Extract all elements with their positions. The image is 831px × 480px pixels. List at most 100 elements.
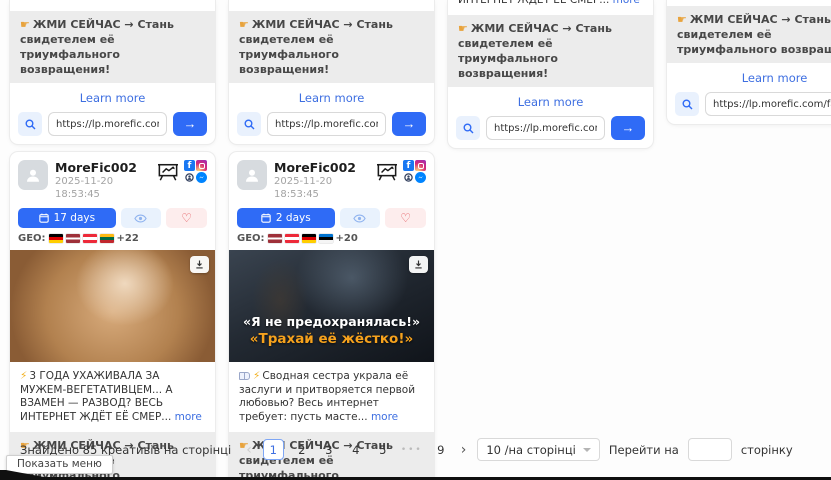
more-link[interactable]: more bbox=[613, 0, 640, 6]
cta-bar: ☛ЖМИ СЕЙЧАС → Стань свидетелем её триумф… bbox=[10, 11, 215, 83]
page-1-button[interactable]: 1 bbox=[263, 439, 284, 460]
facebook-icon: f bbox=[184, 160, 195, 171]
presentation-chart-icon[interactable] bbox=[157, 162, 179, 182]
url-row: → bbox=[229, 112, 434, 136]
card-actions: 2 days ♡ bbox=[229, 201, 434, 228]
page-size-value: 10 /на сторінці bbox=[486, 443, 575, 457]
cta-headline: ЖМИ СЕЙЧАС → Стань свидетелем её триумфа… bbox=[458, 22, 612, 80]
placements-icons: f bbox=[184, 160, 207, 183]
flag-ee-icon bbox=[319, 234, 333, 243]
presentation-chart-icon[interactable] bbox=[376, 162, 398, 182]
favorite-button[interactable]: ♡ bbox=[166, 208, 207, 228]
cta-headline: ЖМИ СЕЙЧАС → Стань свидетелем её триумфа… bbox=[677, 13, 831, 56]
landing-url-input[interactable] bbox=[486, 116, 605, 140]
cta-headline: ЖМИ СЕЙЧАС → Стань свидетелем её триумфа… bbox=[20, 18, 174, 76]
overlay-line-2: «Трахай её жёстко!» bbox=[229, 330, 434, 348]
days-active-button[interactable]: 17 days bbox=[18, 208, 116, 228]
creative-card-partial: ☛ЖМИ СЕЙЧАС → Стань свидетелем её триумф… bbox=[229, 0, 434, 144]
creatives-page: ☛ ЖМИ СЕЙЧАС → Стань свидетелем её триумф… bbox=[0, 0, 831, 480]
geo-more-count[interactable]: +22 bbox=[117, 233, 139, 244]
next-page-button[interactable]: › bbox=[459, 442, 469, 458]
creative-text: ⚡Сводная сестра украла её заслуги и прит… bbox=[229, 362, 434, 428]
instagram-icon bbox=[196, 160, 207, 171]
days-label: 17 days bbox=[54, 212, 95, 224]
pointing-hand-icon: ☛ bbox=[239, 18, 249, 31]
placements-icons: f bbox=[403, 160, 426, 183]
creative-card-partial: ИНТЕРНЕТ ЖДЁТ ЕЁ СМЕР... more ☛ЖМИ СЕЙЧА… bbox=[448, 0, 653, 148]
flag-de-icon bbox=[302, 234, 316, 243]
creative-image[interactable]: «Я не предохранялась!» «Трахай её жёстко… bbox=[229, 250, 434, 362]
facebook-icon: f bbox=[403, 160, 414, 171]
search-icon[interactable] bbox=[237, 112, 261, 136]
profile-row: MoreFic002 2025-11-20 18:53:45 f bbox=[229, 152, 434, 201]
geo-more-count[interactable]: +20 bbox=[336, 233, 358, 244]
favorite-button[interactable]: ♡ bbox=[385, 208, 426, 228]
landing-url-input[interactable] bbox=[48, 112, 167, 136]
landing-url-input[interactable] bbox=[267, 112, 386, 136]
show-menu-tooltip[interactable]: Показать меню bbox=[6, 455, 113, 474]
search-icon[interactable] bbox=[18, 112, 42, 136]
lightning-icon: ⚡ bbox=[253, 370, 260, 382]
creative-text-body: 3 ГОДА УХАЖИВАЛА ЗА МУЖЕМ-ВЕГЕТАТИВЦЕМ..… bbox=[20, 370, 175, 423]
page-4-button[interactable]: 4 bbox=[347, 440, 365, 460]
views-button[interactable] bbox=[340, 208, 381, 228]
image-overlay-text: «Я не предохранялась!» «Трахай её жёстко… bbox=[229, 313, 434, 348]
url-row: → bbox=[10, 112, 215, 136]
clipped-text: ИНТЕРНЕТ ЖДЁТ ЕЁ СМЕР... bbox=[458, 0, 613, 6]
goto-page-input[interactable] bbox=[688, 438, 732, 461]
column-4: ☛ЖМИ СЕЙЧАС → Стань свидетелем её триумф… bbox=[667, 0, 831, 480]
page-2-button[interactable]: 2 bbox=[293, 440, 311, 460]
pages-ellipsis[interactable]: ••• bbox=[401, 445, 423, 455]
learn-more-link[interactable]: Learn more bbox=[229, 83, 434, 112]
creative-text-clipped: ИНТЕРНЕТ ЖДЁТ ЕЁ СМЕР... more bbox=[448, 0, 653, 7]
chevron-down-icon bbox=[583, 448, 591, 452]
creative-card-partial: ☛ЖМИ СЕЙЧАС → Стань свидетелем её триумф… bbox=[10, 0, 215, 144]
card-icons: f bbox=[157, 160, 207, 183]
open-url-button[interactable]: → bbox=[611, 116, 645, 140]
cta-bar: ☛ЖМИ СЕЙЧАС → Стань свидетелем её триумф… bbox=[229, 11, 434, 83]
download-image-icon[interactable] bbox=[190, 256, 209, 273]
open-url-button[interactable]: → bbox=[173, 112, 207, 136]
creative-datetime: 2025-11-20 18:53:45 bbox=[55, 175, 150, 201]
learn-more-link[interactable]: Learn more bbox=[667, 63, 831, 92]
flag-de-icon bbox=[49, 234, 63, 243]
more-link[interactable]: more bbox=[371, 411, 398, 423]
creative-image[interactable] bbox=[10, 250, 215, 362]
flag-at-icon bbox=[83, 234, 97, 243]
cta-bar: ☛ЖМИ СЕЙЧАС → Стань свидетелем её триумф… bbox=[667, 6, 831, 63]
geo-label: GEO: bbox=[18, 233, 46, 244]
avatar bbox=[237, 160, 267, 190]
views-button[interactable] bbox=[121, 208, 162, 228]
lightning-icon: ⚡ bbox=[20, 370, 27, 382]
landing-url-input[interactable] bbox=[705, 92, 831, 116]
prev-page-button[interactable]: ‹ bbox=[244, 442, 254, 458]
column-3: ИНТЕРНЕТ ЖДЁТ ЕЁ СМЕР... more ☛ЖМИ СЕЙЧА… bbox=[448, 0, 653, 480]
page-name: MoreFic002 bbox=[55, 160, 150, 175]
flag-lv-icon bbox=[268, 234, 282, 243]
search-icon[interactable] bbox=[456, 116, 480, 140]
days-active-button[interactable]: 2 days bbox=[237, 208, 335, 228]
learn-more-link[interactable]: Learn more bbox=[448, 87, 653, 116]
days-label: 2 days bbox=[276, 212, 311, 224]
goto-page-label: Перейти на bbox=[609, 443, 679, 457]
learn-more-link[interactable]: Learn more bbox=[10, 83, 215, 112]
search-icon[interactable] bbox=[675, 92, 699, 116]
download-image-icon[interactable] bbox=[409, 256, 428, 273]
geo-label: GEO: bbox=[237, 233, 265, 244]
open-url-button[interactable]: → bbox=[392, 112, 426, 136]
card-icons: f bbox=[376, 160, 426, 183]
page-3-button[interactable]: 3 bbox=[320, 440, 338, 460]
goto-page-suffix: сторінку bbox=[741, 443, 793, 457]
profile-row: MoreFic002 2025-11-20 18:53:45 f bbox=[10, 152, 215, 201]
geo-row: GEO: +22 bbox=[10, 228, 215, 248]
pagination-bar: Знайдено 85 креативів на сторінці ‹ 1 2 … bbox=[20, 438, 793, 461]
profile-info: MoreFic002 2025-11-20 18:53:45 bbox=[55, 160, 150, 201]
creative-text: ⚡3 ГОДА УХАЖИВАЛА ЗА МУЖЕМ-ВЕГЕТАТИВЦЕМ.… bbox=[10, 362, 215, 428]
more-link[interactable]: more bbox=[175, 411, 202, 423]
page-size-select[interactable]: 10 /на сторінці bbox=[477, 438, 599, 461]
card-masonry: ☛ ЖМИ СЕЙЧАС → Стань свидетелем её триумф… bbox=[10, 0, 831, 480]
page-9-button[interactable]: 9 bbox=[432, 440, 450, 460]
messenger-icon bbox=[415, 172, 426, 183]
page-5-button[interactable]: 5 bbox=[374, 440, 392, 460]
geo-flags bbox=[49, 234, 114, 243]
